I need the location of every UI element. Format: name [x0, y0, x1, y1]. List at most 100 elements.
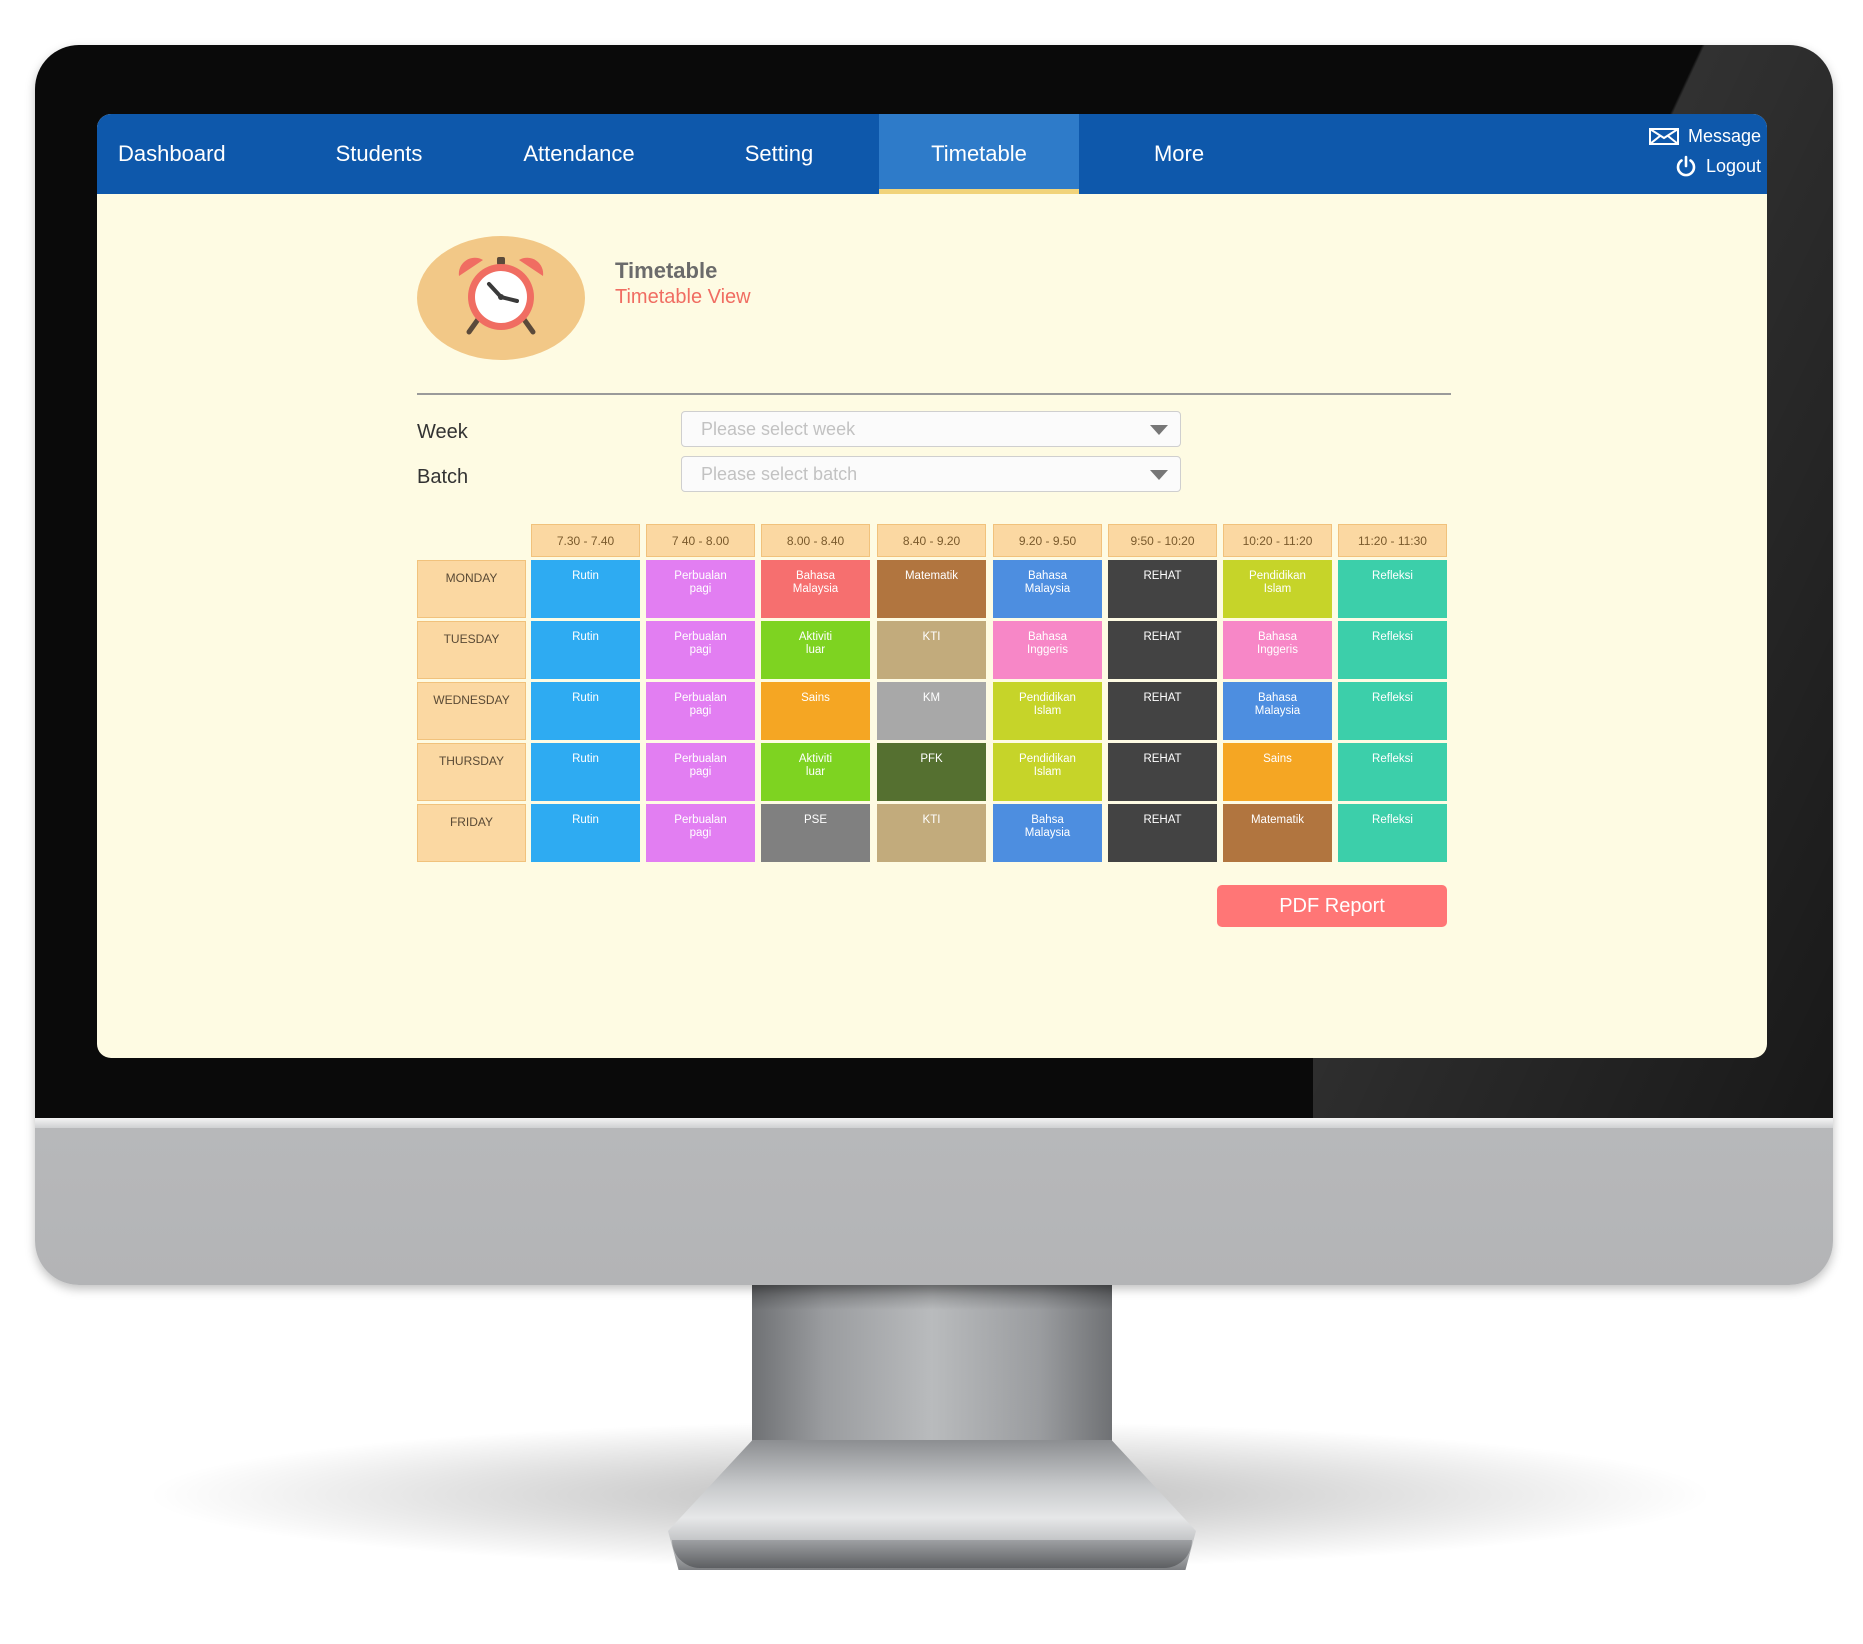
timetable-cell[interactable]: Rutin	[531, 743, 640, 801]
tab-label: Timetable	[931, 141, 1027, 166]
tab-dashboard[interactable]: Dashboard	[97, 114, 298, 194]
subject-label: REHAT	[1143, 631, 1182, 643]
subject-label: REHAT	[1143, 753, 1182, 765]
subject-label: Rutin	[572, 692, 599, 704]
subject-label: luar	[805, 766, 826, 778]
timetable-cell[interactable]: Bahasa Malaysia	[761, 560, 870, 618]
timetable-cell[interactable]: Refleksi	[1338, 804, 1447, 862]
timetable-cell[interactable]: REHAT	[1108, 560, 1217, 618]
subject-label: Islam	[1263, 583, 1292, 595]
day-label: THURSDAY	[417, 743, 526, 801]
subject-label: Refleksi	[1372, 631, 1413, 643]
timetable-cell[interactable]: Sains	[761, 682, 870, 740]
top-navbar: Dashboard Students Attendance Setting Ti…	[97, 114, 1767, 194]
timetable-cell[interactable]: KTI	[877, 804, 986, 862]
subject-label: Aktiviti	[798, 753, 833, 765]
day-label: MONDAY	[417, 560, 526, 618]
timetable-cell[interactable]: Aktiviti luar	[761, 621, 870, 679]
timetable-cell[interactable]: Bahasa Malaysia	[1223, 682, 1332, 740]
logout-label: Logout	[1705, 155, 1761, 176]
timetable-cell[interactable]: Perbualan pagi	[646, 560, 755, 618]
chevron-down-icon	[1150, 470, 1168, 480]
timetable-cell[interactable]: Bahasa Malaysia	[993, 560, 1102, 618]
subject-label: Malaysia	[1024, 583, 1071, 595]
timetable-cell[interactable]: Perbualan pagi	[646, 682, 755, 740]
timetable-cell[interactable]: Refleksi	[1338, 621, 1447, 679]
timetable-cell[interactable]: Refleksi	[1338, 743, 1447, 801]
timetable-cell[interactable]: Rutin	[531, 804, 640, 862]
timetable-cell[interactable]: Refleksi	[1338, 682, 1447, 740]
alarm-clock-icon	[453, 254, 549, 343]
week-select[interactable]: Please select week	[681, 411, 1181, 447]
timetable-cell[interactable]: Refleksi	[1338, 560, 1447, 618]
timetable-cell[interactable]: Perbualan pagi	[646, 804, 755, 862]
subject-label: Refleksi	[1372, 753, 1413, 765]
tab-timetable[interactable]: Timetable	[879, 114, 1079, 194]
subject-label: Bahasa	[1257, 692, 1297, 704]
power-icon	[1675, 155, 1697, 177]
timetable-cell[interactable]: Matematik	[877, 560, 986, 618]
day-label: TUESDAY	[417, 621, 526, 679]
timetable-cell[interactable]: PFK	[877, 743, 986, 801]
time-slot-header: 7.30 - 7.40	[531, 524, 640, 557]
subject-label: Perbualan	[674, 753, 727, 765]
timetable-cell[interactable]: Matematik	[1223, 804, 1332, 862]
monitor-stand-neck	[752, 1280, 1112, 1460]
subject-label: Aktiviti	[798, 631, 833, 643]
subject-label: Refleksi	[1372, 814, 1413, 826]
timetable-cell[interactable]: Rutin	[531, 682, 640, 740]
timetable-cell[interactable]: Perbualan pagi	[646, 621, 755, 679]
subject-label: REHAT	[1143, 814, 1182, 826]
subject-label: Perbualan	[674, 692, 727, 704]
subject-label: Matematik	[904, 570, 959, 582]
timetable-cell[interactable]: Aktiviti luar	[761, 743, 870, 801]
timetable-cell[interactable]: PSE	[761, 804, 870, 862]
tab-students[interactable]: Students	[279, 114, 479, 194]
time-slot-header: 10:20 - 11:20	[1223, 524, 1332, 557]
logout-link[interactable]: Logout	[1675, 155, 1761, 177]
subject-label: Malaysia	[792, 583, 839, 595]
subject-label: KTI	[922, 631, 941, 643]
subject-label: Bahasa	[1257, 631, 1297, 643]
subject-label: Malaysia	[1254, 705, 1301, 717]
timetable-cell[interactable]: KTI	[877, 621, 986, 679]
message-link[interactable]: Message	[1648, 126, 1761, 147]
timetable-cell[interactable]: Bahasa Inggeris	[993, 621, 1102, 679]
tab-setting[interactable]: Setting	[679, 114, 879, 194]
timetable-cell[interactable]: KM	[877, 682, 986, 740]
subject-label: Bahasa	[1027, 631, 1067, 643]
nav-user-links: Message Logout	[1648, 126, 1761, 177]
tab-label: Dashboard	[118, 141, 226, 166]
timetable-cell[interactable]: Bahsa Malaysia	[993, 804, 1102, 862]
timetable-cell[interactable]: Pendidikan Islam	[1223, 560, 1332, 618]
pdf-report-button[interactable]: PDF Report	[1217, 885, 1447, 927]
subject-label: Sains	[801, 692, 830, 704]
timetable-cell[interactable]: REHAT	[1108, 682, 1217, 740]
subject-label: Perbualan	[674, 814, 727, 826]
subject-label: PSE	[803, 814, 827, 826]
page-subtitle: Timetable View	[615, 286, 751, 308]
timetable-cell[interactable]: Rutin	[531, 621, 640, 679]
timetable-cell[interactable]: Pendidikan Islam	[993, 743, 1102, 801]
tab-attendance[interactable]: Attendance	[479, 114, 679, 194]
chevron-down-icon	[1150, 425, 1168, 435]
timetable-cell[interactable]: Rutin	[531, 560, 640, 618]
timetable-cell[interactable]: REHAT	[1108, 743, 1217, 801]
subject-label: pagi	[689, 827, 712, 839]
timetable-cell[interactable]: REHAT	[1108, 621, 1217, 679]
timetable-cell[interactable]: Bahasa Inggeris	[1223, 621, 1332, 679]
timetable-cell[interactable]: Pendidikan Islam	[993, 682, 1102, 740]
subject-label: KM	[922, 692, 941, 704]
batch-select[interactable]: Please select batch	[681, 456, 1181, 492]
subject-label: Rutin	[572, 753, 599, 765]
app-screen: Dashboard Students Attendance Setting Ti…	[97, 114, 1767, 1058]
subject-label: pagi	[689, 644, 712, 656]
subject-label: pagi	[689, 583, 712, 595]
timetable-cell[interactable]: Sains	[1223, 743, 1332, 801]
page-title: Timetable	[615, 258, 718, 283]
subject-label: KTI	[922, 814, 941, 826]
timetable-cell[interactable]: REHAT	[1108, 804, 1217, 862]
tab-more[interactable]: More	[1079, 114, 1279, 194]
subject-label: Rutin	[572, 570, 599, 582]
timetable-cell[interactable]: Perbualan pagi	[646, 743, 755, 801]
